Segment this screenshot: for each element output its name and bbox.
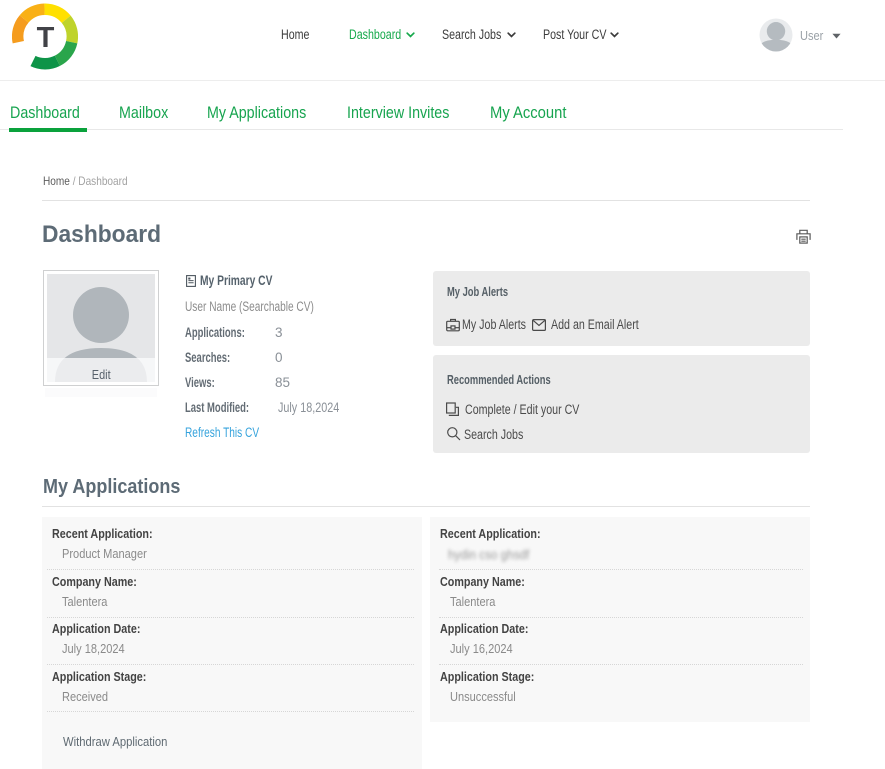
svg-text:T: T [37, 22, 55, 54]
